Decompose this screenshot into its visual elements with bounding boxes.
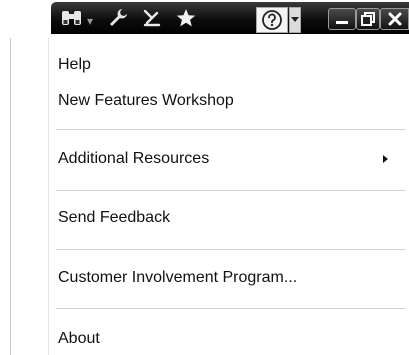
menu-item-label: Help — [58, 56, 91, 73]
dropdown-arrow-icon[interactable] — [289, 7, 301, 33]
help-dropdown-menu: Help New Features Workshop Additional Re… — [0, 38, 409, 355]
menu-divider — [56, 308, 406, 309]
wrench-icon[interactable] — [105, 6, 131, 30]
menu-icon-gutter — [48, 38, 49, 355]
submenu-arrow-icon — [383, 155, 388, 163]
menu-item-label: New Features Workshop — [58, 92, 234, 109]
menu-divider — [56, 249, 406, 250]
menu-item-send-feedback[interactable]: Send Feedback — [50, 203, 396, 233]
menu-item-help[interactable]: Help — [50, 50, 396, 80]
menu-left-border — [10, 38, 11, 355]
restore-icon[interactable] — [356, 8, 380, 30]
binoculars-dropdown-icon[interactable]: ▾ — [87, 14, 93, 28]
menu-item-about[interactable]: About — [50, 324, 396, 354]
title-bar: ▾ — [0, 0, 409, 38]
menu-item-new-features-workshop[interactable]: New Features Workshop — [50, 86, 396, 116]
pin-icon[interactable] — [139, 6, 165, 30]
menu-divider — [56, 190, 406, 191]
binoculars-icon[interactable] — [59, 6, 85, 30]
star-icon[interactable] — [173, 6, 199, 30]
menu-divider — [56, 129, 406, 130]
menu-item-label: Send Feedback — [58, 209, 171, 226]
help-icon[interactable] — [256, 7, 288, 33]
menu-item-label: About — [58, 330, 100, 347]
close-icon[interactable] — [380, 8, 409, 30]
menu-item-customer-involvement-program[interactable]: Customer Involvement Program... — [50, 263, 396, 293]
menu-item-label: Additional Resources — [58, 150, 210, 167]
minimize-icon[interactable] — [328, 8, 356, 30]
info-center-toolbar: ▾ — [51, 2, 409, 34]
menu-item-additional-resources[interactable]: Additional Resources — [50, 144, 396, 174]
menu-item-label: Customer Involvement Program... — [58, 269, 298, 286]
